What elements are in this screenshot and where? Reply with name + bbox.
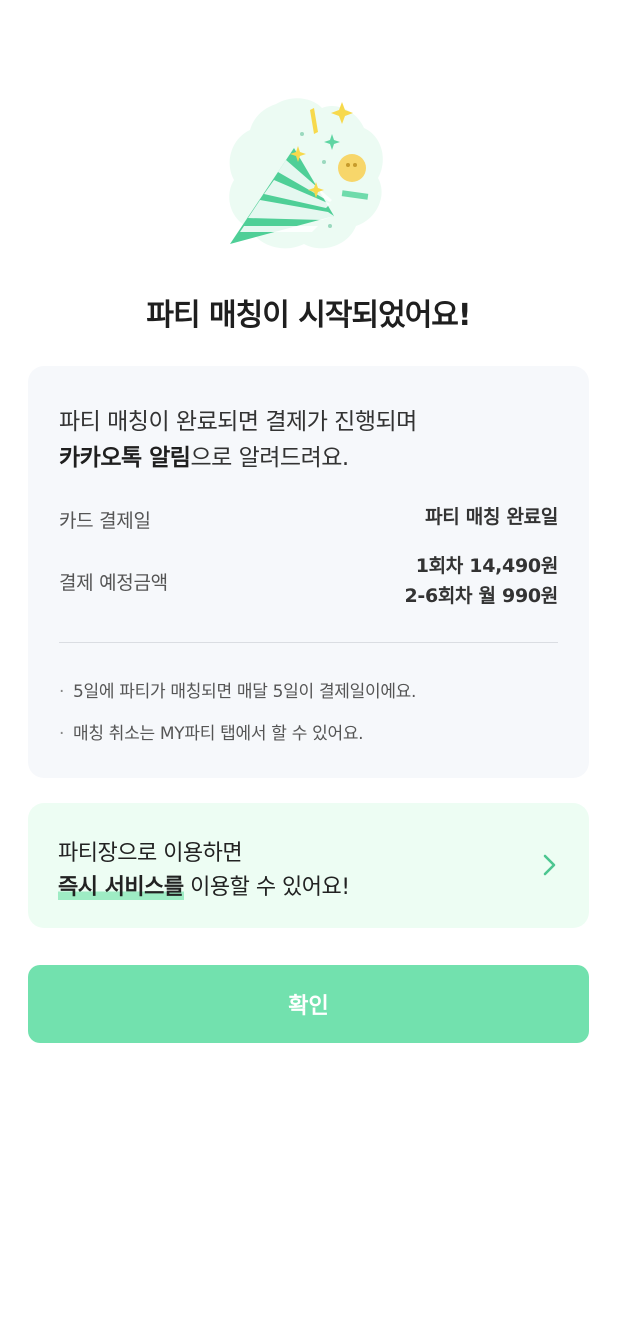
description-rest: 으로 알려드려요.	[190, 445, 349, 471]
promo-line2: 즉시 서비스를 이용할 수 있어요!	[58, 869, 350, 901]
info-divider	[59, 642, 558, 643]
promo-line2-rest: 이용할 수 있어요!	[183, 875, 350, 900]
kakaotalk-alert-highlight: 카카오톡 알림	[59, 445, 191, 471]
note-text: 5일에 파티가 매칭되면 매달 5일이 결제일이에요.	[73, 682, 417, 702]
monthly-payment-amount: 2-6회차 월 990원	[404, 585, 558, 607]
party-popper-illustration	[218, 92, 398, 262]
payment-description: 파티 매칭이 완료되면 결제가 진행되며 카카오톡 알림으로 알려드려요.	[59, 404, 569, 476]
confirm-button[interactable]: 확인	[28, 965, 589, 1043]
instant-service-highlight: 즉시 서비스를	[58, 875, 184, 900]
description-line1: 파티 매칭이 완료되면 결제가 진행되며	[59, 409, 417, 435]
note-text: 매칭 취소는 MY파티 탭에서 할 수 있어요.	[73, 724, 364, 744]
expected-amount-label: 결제 예정금액	[59, 572, 168, 594]
page-title: 파티 매칭이 시작되었어요!	[146, 298, 471, 333]
card-payment-date-value: 파티 매칭 완료일	[425, 502, 558, 532]
expected-amount-value: 1회차 14,490원 2-6회차 월 990원	[404, 551, 558, 611]
card-payment-date-text: 파티 매칭 완료일	[425, 506, 558, 528]
chevron-right-icon	[543, 854, 556, 876]
note-item: · 매칭 취소는 MY파티 탭에서 할 수 있어요.	[59, 719, 364, 744]
bullet-icon: ·	[59, 682, 65, 702]
party-matching-page: 파티 매칭이 시작되었어요! 파티 매칭이 완료되면 결제가 진행되며 카카오톡…	[0, 0, 617, 1339]
note-item: · 5일에 파티가 매칭되면 매달 5일이 결제일이에요.	[59, 677, 416, 702]
bullet-icon: ·	[59, 724, 65, 744]
party-leader-promo-card[interactable]: 파티장으로 이용하면 즉시 서비스를 이용할 수 있어요!	[28, 803, 589, 928]
party-popper-icon	[229, 98, 383, 249]
first-payment-amount: 1회차 14,490원	[415, 555, 559, 577]
promo-line1: 파티장으로 이용하면	[58, 841, 243, 866]
card-payment-date-label: 카드 결제일	[59, 510, 151, 532]
payment-info-card: 파티 매칭이 완료되면 결제가 진행되며 카카오톡 알림으로 알려드려요. 카드…	[28, 366, 589, 778]
